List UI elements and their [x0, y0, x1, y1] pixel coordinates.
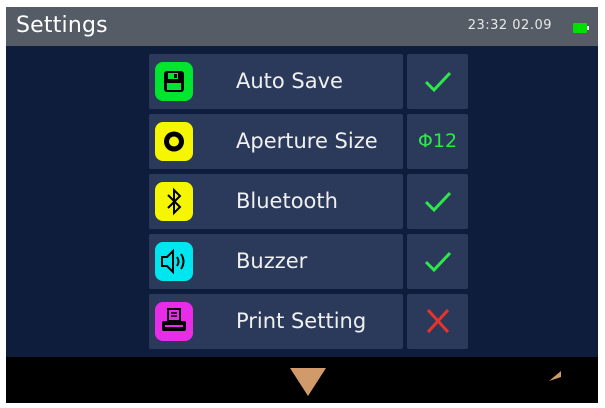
page-title: Settings	[16, 13, 108, 38]
auto-save-toggle[interactable]	[407, 54, 468, 109]
check-icon	[424, 71, 452, 93]
setting-row-auto-save[interactable]: Auto Save	[149, 54, 468, 109]
buzzer-toggle[interactable]	[407, 234, 468, 289]
settings-screen: Settings 23:32 02.09 Auto Save Aperture …	[6, 7, 598, 403]
check-icon	[424, 251, 452, 273]
setting-label: Aperture Size	[236, 129, 378, 153]
setting-item-bluetooth[interactable]: Bluetooth	[149, 174, 403, 229]
chevron-down-icon[interactable]	[289, 367, 327, 397]
aperture-value-text: Φ12	[417, 130, 458, 152]
setting-label: Print Setting	[236, 309, 367, 333]
save-icon	[155, 62, 193, 101]
speaker-icon	[155, 242, 193, 281]
setting-row-buzzer[interactable]: Buzzer	[149, 234, 468, 289]
printer-icon	[155, 302, 193, 341]
title-bar: Settings 23:32 02.09	[6, 7, 598, 46]
bottom-nav-bar	[6, 357, 598, 403]
setting-row-bluetooth[interactable]: Bluetooth	[149, 174, 468, 229]
bluetooth-icon	[155, 182, 193, 221]
aperture-size-value[interactable]: Φ12	[407, 114, 468, 169]
setting-row-print-setting[interactable]: Print Setting	[149, 294, 468, 349]
status-datetime: 23:32 02.09	[467, 18, 552, 33]
bluetooth-toggle[interactable]	[407, 174, 468, 229]
check-icon	[424, 191, 452, 213]
cross-icon	[426, 308, 450, 334]
setting-label: Bluetooth	[236, 189, 338, 213]
setting-label: Auto Save	[236, 69, 343, 93]
setting-item-print-setting[interactable]: Print Setting	[149, 294, 403, 349]
setting-label: Buzzer	[236, 249, 308, 273]
aperture-icon	[155, 122, 193, 161]
setting-row-aperture-size[interactable]: Aperture Size Φ12	[149, 114, 468, 169]
setting-item-aperture-size[interactable]: Aperture Size	[149, 114, 403, 169]
setting-item-auto-save[interactable]: Auto Save	[149, 54, 403, 109]
setting-item-buzzer[interactable]: Buzzer	[149, 234, 403, 289]
print-setting-toggle[interactable]	[407, 294, 468, 349]
back-arrow-icon[interactable]	[547, 369, 593, 397]
battery-icon	[573, 23, 589, 33]
